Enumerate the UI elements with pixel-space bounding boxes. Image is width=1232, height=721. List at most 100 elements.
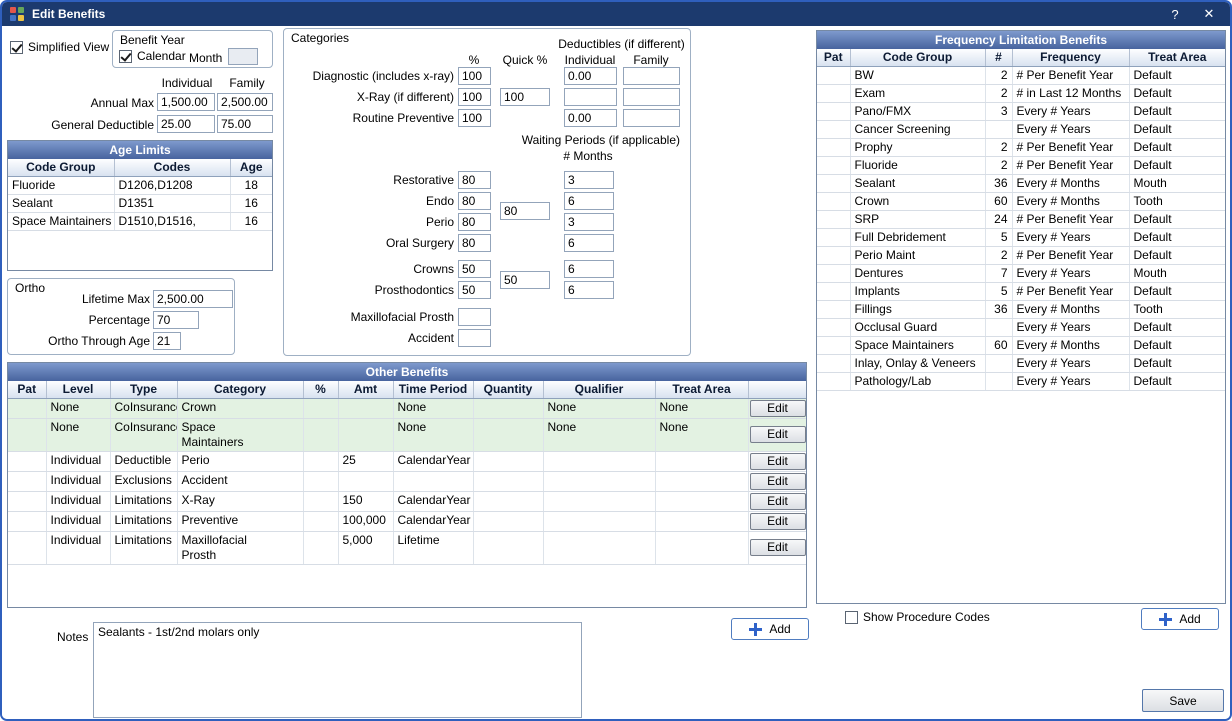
other-benefit-row[interactable]: NoneCoInsuranceCrownNoneNoneNoneEdit	[8, 398, 806, 418]
frequency-row[interactable]: Pathology/LabEvery # YearsDefault	[817, 372, 1225, 390]
simplified-view-checkbox[interactable]: Simplified View	[10, 40, 109, 54]
age-limit-row[interactable]: Space MaintainersD1510,D1516,16	[8, 212, 272, 230]
frequency-row[interactable]: Occlusal GuardEvery # YearsDefault	[817, 318, 1225, 336]
routine-preventive-deductible-individual-input[interactable]	[564, 109, 617, 127]
general-deductible-family-input[interactable]	[217, 115, 273, 133]
restorative-percent-input[interactable]	[458, 171, 491, 189]
dialog-content: Simplified View Benefit Year Calendar Mo…	[2, 26, 1230, 719]
calendar-checkbox[interactable]: Calendar	[119, 49, 186, 63]
other-benefit-row[interactable]: IndividualExclusionsAccidentEdit	[8, 471, 806, 491]
month-input	[228, 48, 258, 65]
ortho-percentage-input[interactable]	[153, 311, 199, 329]
frequency-row[interactable]: Full Debridement5Every # YearsDefault	[817, 228, 1225, 246]
xray-deductible-family-input[interactable]	[623, 88, 680, 106]
other-benefit-row[interactable]: IndividualLimitationsMaxillofacial Prost…	[8, 531, 806, 564]
ortho-percentage-label: Percentage	[10, 313, 150, 327]
perio-percent-input[interactable]	[458, 213, 491, 231]
frequency-row[interactable]: Pano/FMX3Every # YearsDefault	[817, 102, 1225, 120]
prosthodontics-months-input[interactable]	[564, 281, 614, 299]
add-other-benefit-button[interactable]: Add	[731, 618, 809, 640]
column-header: Frequency	[1012, 49, 1129, 66]
frequency-row[interactable]: SRP24# Per Benefit YearDefault	[817, 210, 1225, 228]
edit-button[interactable]: Edit	[750, 493, 806, 510]
annual-max-individual-input[interactable]	[157, 93, 215, 111]
ortho-lifetime-max-input[interactable]	[153, 290, 233, 308]
routine-preventive-percent-input[interactable]	[458, 109, 491, 127]
frequency-row[interactable]: Prophy2# Per Benefit YearDefault	[817, 138, 1225, 156]
restorative-months-input[interactable]	[564, 171, 614, 189]
diagnostic-deductible-family-input[interactable]	[623, 67, 680, 85]
cell	[817, 318, 850, 336]
crowns-percent-input[interactable]	[458, 260, 491, 278]
frequency-row[interactable]: Dentures7Every # YearsMouth	[817, 264, 1225, 282]
save-button[interactable]: Save	[1142, 689, 1224, 712]
frequency-row[interactable]: Fillings36Every # MonthsTooth	[817, 300, 1225, 318]
frequency-row[interactable]: Sealant36Every # MonthsMouth	[817, 174, 1225, 192]
cell: 5,000	[338, 531, 393, 564]
frequency-row[interactable]: Inlay, Onlay & VeneersEvery # YearsDefau…	[817, 354, 1225, 372]
age-limit-row[interactable]: FluorideD1206,D120818	[8, 176, 272, 194]
routine-preventive-deductible-family-input[interactable]	[623, 109, 680, 127]
cell: Exclusions	[110, 471, 177, 491]
perio-months-input[interactable]	[564, 213, 614, 231]
edit-button[interactable]: Edit	[750, 539, 806, 556]
cell	[8, 418, 46, 451]
add-frequency-button[interactable]: Add	[1141, 608, 1219, 630]
diagnostic-percent-input[interactable]	[458, 67, 491, 85]
frequency-row[interactable]: Crown60Every # MonthsTooth	[817, 192, 1225, 210]
edit-button[interactable]: Edit	[750, 453, 806, 470]
column-header: Code Group	[8, 159, 114, 176]
frequency-row[interactable]: Cancer ScreeningEvery # YearsDefault	[817, 120, 1225, 138]
frequency-row[interactable]: Fluoride2# Per Benefit YearDefault	[817, 156, 1225, 174]
crowns-months-input[interactable]	[564, 260, 614, 278]
other-benefit-row[interactable]: IndividualLimitationsPreventive100,000Ca…	[8, 511, 806, 531]
major-quick-percent-input[interactable]	[500, 271, 550, 289]
column-header: Time Period	[393, 381, 473, 398]
edit-button[interactable]: Edit	[750, 473, 806, 490]
frequency-row[interactable]: Implants5# Per Benefit YearDefault	[817, 282, 1225, 300]
accident-percent-input[interactable]	[458, 329, 491, 347]
cell: D1510,D1516,	[114, 212, 230, 230]
endo-months-input[interactable]	[564, 192, 614, 210]
close-button[interactable]: ✕	[1192, 2, 1226, 26]
xray-percent-input[interactable]	[458, 88, 491, 106]
frequency-row[interactable]: Space Maintainers60Every # MonthsDefault	[817, 336, 1225, 354]
other-benefit-row[interactable]: NoneCoInsuranceSpace MaintainersNoneNone…	[8, 418, 806, 451]
cell	[338, 418, 393, 451]
oral-surgery-percent-input[interactable]	[458, 234, 491, 252]
cell: Default	[1129, 138, 1225, 156]
oral-surgery-months-input[interactable]	[564, 234, 614, 252]
other-benefit-row[interactable]: IndividualLimitationsX-Ray150CalendarYea…	[8, 491, 806, 511]
cell-text: Space Maintainers	[182, 420, 262, 450]
age-limit-row[interactable]: SealantD135116	[8, 194, 272, 212]
cell: None	[655, 398, 748, 418]
help-button[interactable]: ?	[1158, 2, 1192, 26]
annual-max-family-input[interactable]	[217, 93, 273, 111]
cell: Pathology/Lab	[850, 372, 985, 390]
notes-textarea[interactable]: Sealants - 1st/2nd molars only	[93, 622, 582, 718]
month-label: Month	[189, 51, 222, 65]
other-benefit-row[interactable]: IndividualDeductiblePerio25CalendarYearE…	[8, 451, 806, 471]
basic-quick-percent-input[interactable]	[500, 202, 550, 220]
cell	[303, 398, 338, 418]
cell: 18	[230, 176, 272, 194]
edit-button[interactable]: Edit	[750, 400, 806, 417]
frequency-row[interactable]: Exam2# in Last 12 MonthsDefault	[817, 84, 1225, 102]
endo-percent-input[interactable]	[458, 192, 491, 210]
cell: CalendarYear	[393, 491, 473, 511]
plus-icon	[749, 623, 762, 636]
frequency-row[interactable]: Perio Maint2# Per Benefit YearDefault	[817, 246, 1225, 264]
show-procedure-codes-checkbox[interactable]: Show Procedure Codes	[845, 610, 990, 624]
general-deductible-individual-input[interactable]	[157, 115, 215, 133]
edit-button[interactable]: Edit	[750, 426, 806, 443]
frequency-row[interactable]: BW2# Per Benefit YearDefault	[817, 66, 1225, 84]
ortho-through-age-input[interactable]	[153, 332, 181, 350]
xray-quick-percent-input[interactable]	[500, 88, 550, 106]
prosthodontics-percent-input[interactable]	[458, 281, 491, 299]
diagnostic-deductible-individual-input[interactable]	[564, 67, 617, 85]
xray-deductible-individual-input[interactable]	[564, 88, 617, 106]
maxillofacial-percent-input[interactable]	[458, 308, 491, 326]
cell: 5	[985, 228, 1012, 246]
cell-text: Accident	[182, 473, 228, 488]
edit-button[interactable]: Edit	[750, 513, 806, 530]
